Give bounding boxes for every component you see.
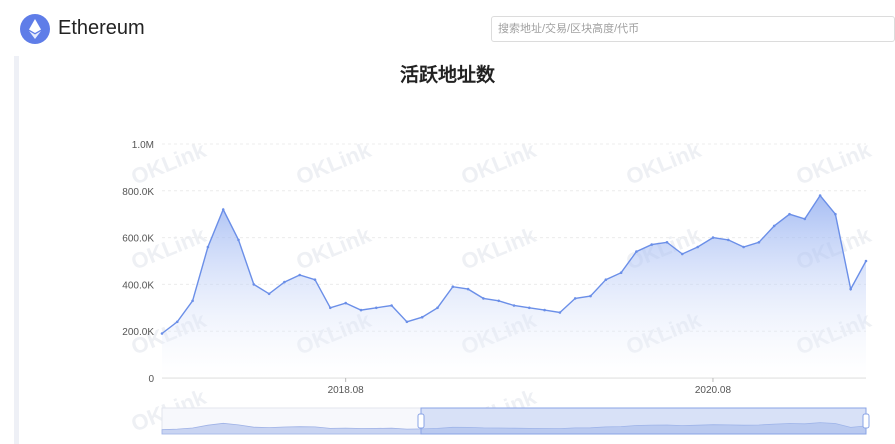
- data-point: [191, 299, 194, 303]
- data-point: [650, 243, 653, 246]
- data-point: [665, 241, 669, 244]
- data-point: [267, 292, 271, 296]
- data-point: [512, 304, 516, 307]
- series-area: [162, 195, 866, 378]
- data-point: [237, 238, 240, 242]
- data-point: [772, 224, 776, 228]
- data-point: [482, 297, 485, 300]
- data-point: [528, 306, 531, 310]
- data-point: [788, 212, 791, 216]
- data-point: [635, 250, 638, 253]
- data-point: [558, 311, 562, 314]
- data-point: [681, 252, 684, 256]
- series-layer: [160, 194, 868, 378]
- zoom-slider[interactable]: [161, 407, 870, 435]
- data-point: [176, 320, 179, 324]
- data-point: [252, 283, 256, 286]
- watermark-text: OKLink: [293, 222, 376, 275]
- data-point: [711, 236, 715, 239]
- data-point: [466, 287, 470, 291]
- range-start-handle[interactable]: [417, 413, 425, 429]
- watermark-text: OKLink: [458, 222, 541, 275]
- data-point: [420, 315, 424, 319]
- data-point: [834, 212, 837, 216]
- y-tick-label: 200.0K: [122, 327, 154, 338]
- data-point: [543, 308, 546, 312]
- y-tick-label: 1.0M: [132, 140, 154, 151]
- zoom-selection[interactable]: [420, 407, 867, 435]
- data-point: [344, 301, 348, 305]
- data-point: [436, 306, 439, 310]
- data-point: [696, 245, 699, 249]
- data-point: [803, 217, 807, 221]
- data-point: [849, 287, 852, 291]
- data-point: [298, 273, 302, 277]
- data-point: [818, 194, 822, 197]
- watermark-text: OKLink: [293, 137, 376, 190]
- data-point: [864, 259, 868, 263]
- y-tick-label: 0: [148, 374, 154, 385]
- data-point: [573, 297, 577, 300]
- y-tick-label: 400.0K: [122, 280, 154, 291]
- data-point: [727, 238, 730, 242]
- data-point: [313, 278, 317, 282]
- x-tick-label: 2018.08: [328, 385, 365, 396]
- watermark-text: OKLink: [623, 137, 706, 190]
- data-point: [497, 299, 501, 303]
- active-address-chart[interactable]: OKLink OKLink OKLink OKLink OKLink OKLink OKLi…: [0, 0, 895, 444]
- data-point: [206, 245, 210, 249]
- data-point: [604, 278, 608, 282]
- data-point: [405, 320, 409, 324]
- data-point: [160, 332, 164, 335]
- data-point: [589, 294, 592, 298]
- range-end-handle[interactable]: [862, 413, 870, 429]
- data-point: [221, 208, 225, 211]
- y-tick-label: 600.0K: [122, 234, 154, 245]
- data-point: [742, 245, 745, 249]
- data-point: [390, 304, 393, 307]
- watermark-text: OKLink: [458, 137, 541, 190]
- data-point: [359, 308, 363, 312]
- data-point: [757, 241, 761, 244]
- data-point: [619, 271, 623, 275]
- watermark-text: OKLink: [793, 137, 876, 190]
- data-point: [329, 306, 332, 310]
- y-tick-label: 800.0K: [122, 187, 154, 198]
- data-point: [283, 280, 286, 284]
- x-tick-label: 2020.08: [695, 385, 732, 396]
- data-point: [451, 285, 455, 289]
- watermark-text: OKLink: [128, 222, 211, 275]
- data-point: [375, 306, 378, 310]
